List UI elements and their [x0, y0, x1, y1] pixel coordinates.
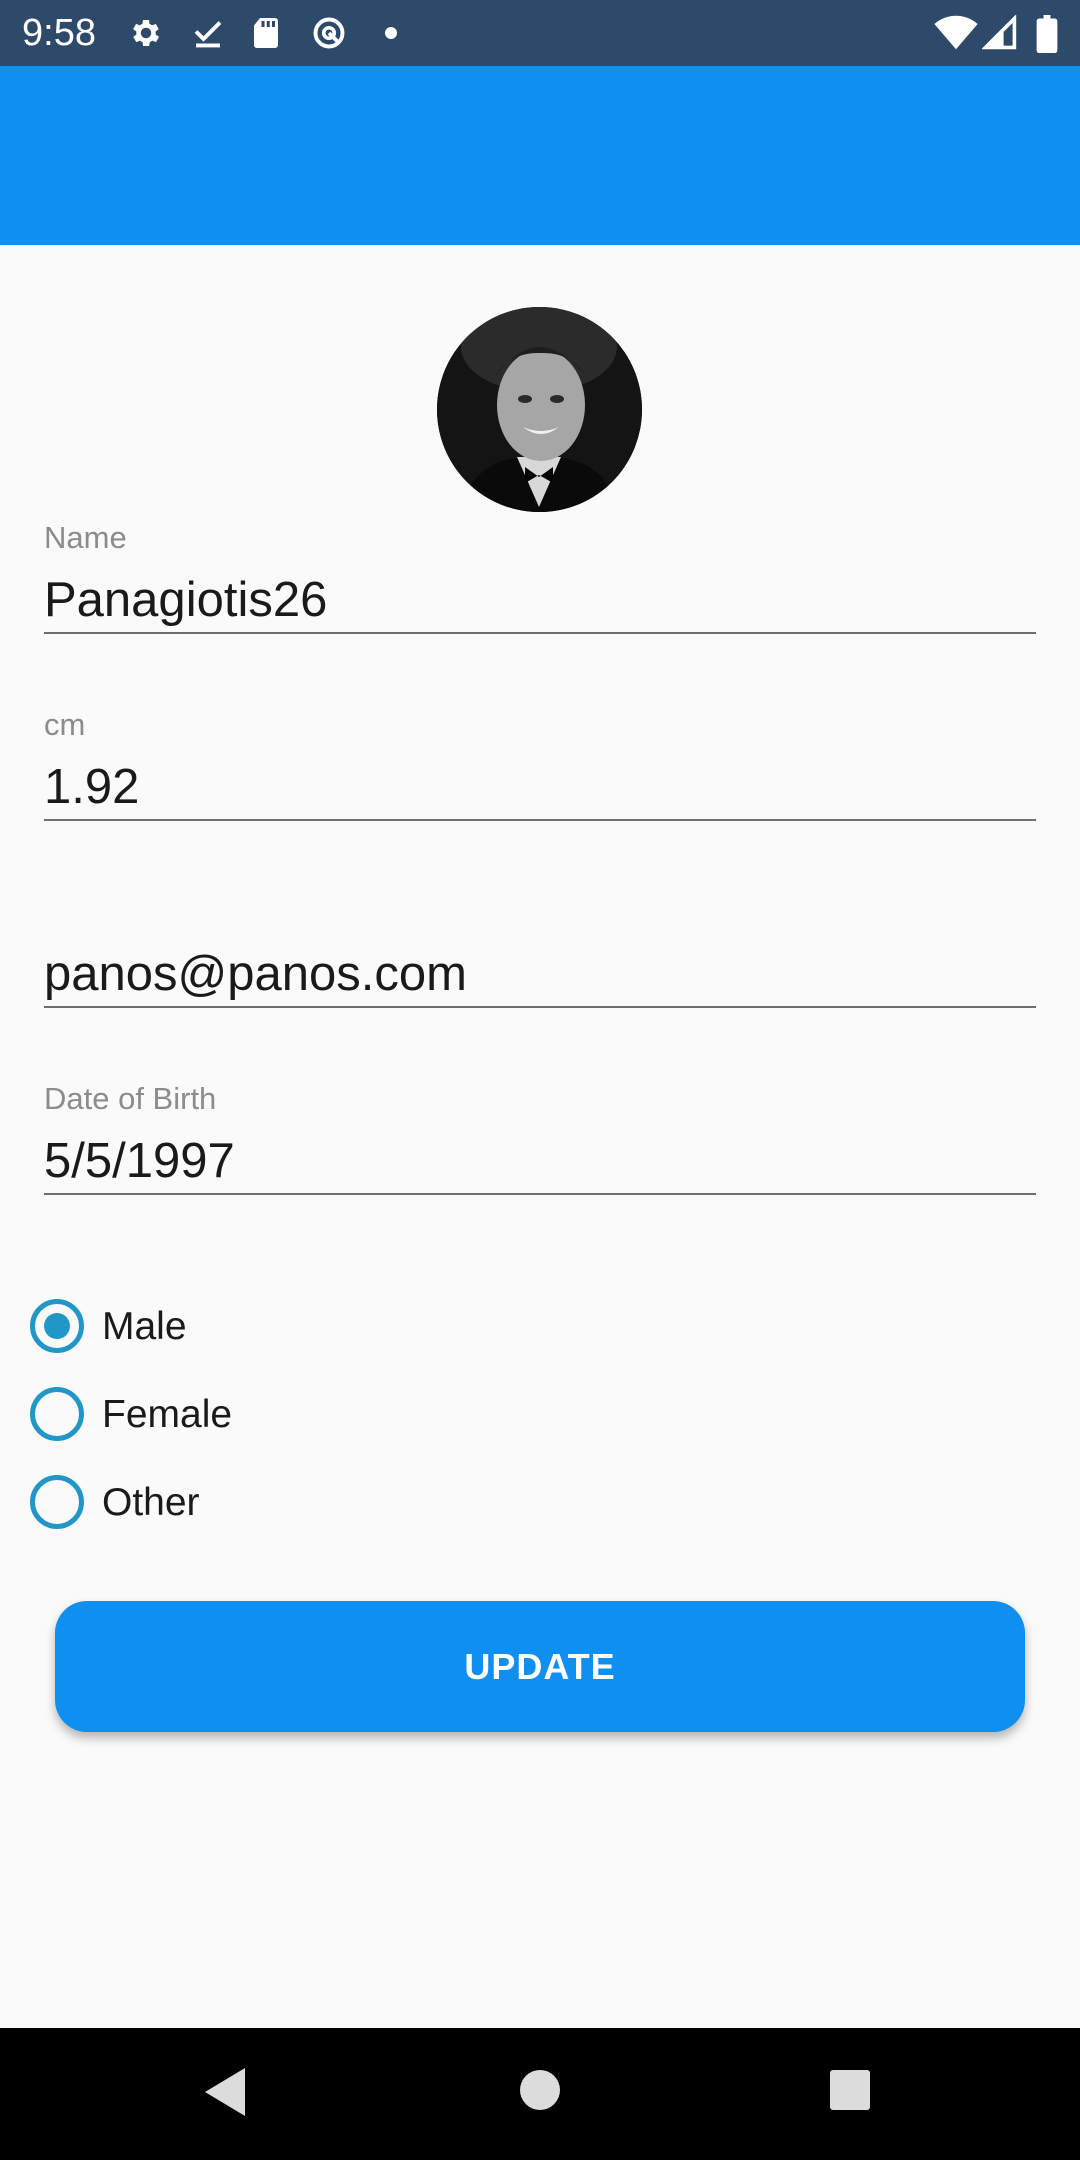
back-icon[interactable]	[201, 2064, 249, 2120]
status-time: 9:58	[22, 12, 96, 54]
sd-card-icon	[250, 15, 282, 51]
height-field: cm	[44, 707, 1036, 827]
name-label: Name	[44, 520, 127, 555]
app-bar	[0, 66, 1080, 245]
radio-male[interactable]: Male	[30, 1297, 430, 1357]
radio-other[interactable]: Other	[30, 1473, 430, 1533]
dob-input[interactable]	[44, 1129, 1036, 1195]
settings-icon	[128, 15, 164, 51]
name-field: Name	[44, 520, 1036, 640]
status-bar: 9:58	[0, 0, 1080, 66]
profile-photo	[437, 307, 642, 512]
dob-label: Date of Birth	[44, 1081, 217, 1116]
height-input[interactable]	[44, 755, 1036, 821]
wifi-icon	[934, 15, 978, 51]
signal-icon	[982, 15, 1018, 51]
height-label: cm	[44, 707, 86, 742]
navigation-bar	[0, 2028, 1080, 2160]
dob-field: Date of Birth	[44, 1081, 1036, 1201]
battery-icon	[1036, 15, 1058, 53]
radio-label-other: Other	[102, 1481, 200, 1524]
home-icon[interactable]	[518, 2068, 562, 2112]
radio-label-male: Male	[102, 1305, 187, 1348]
name-input[interactable]	[44, 568, 1036, 634]
download-done-icon	[190, 15, 226, 51]
at-sign-icon	[309, 15, 349, 51]
profile-avatar[interactable]	[437, 307, 642, 512]
email-field	[44, 894, 1036, 1014]
radio-button-checked[interactable]	[30, 1299, 84, 1353]
radio-female[interactable]: Female	[30, 1385, 430, 1445]
dot-icon	[384, 26, 398, 40]
radio-button[interactable]	[30, 1475, 84, 1529]
radio-label-female: Female	[102, 1393, 233, 1436]
email-input[interactable]	[44, 942, 1036, 1008]
recents-icon[interactable]	[828, 2068, 872, 2112]
radio-dot	[44, 1313, 70, 1339]
update-button[interactable]: UPDATE	[55, 1601, 1025, 1732]
radio-button[interactable]	[30, 1387, 84, 1441]
